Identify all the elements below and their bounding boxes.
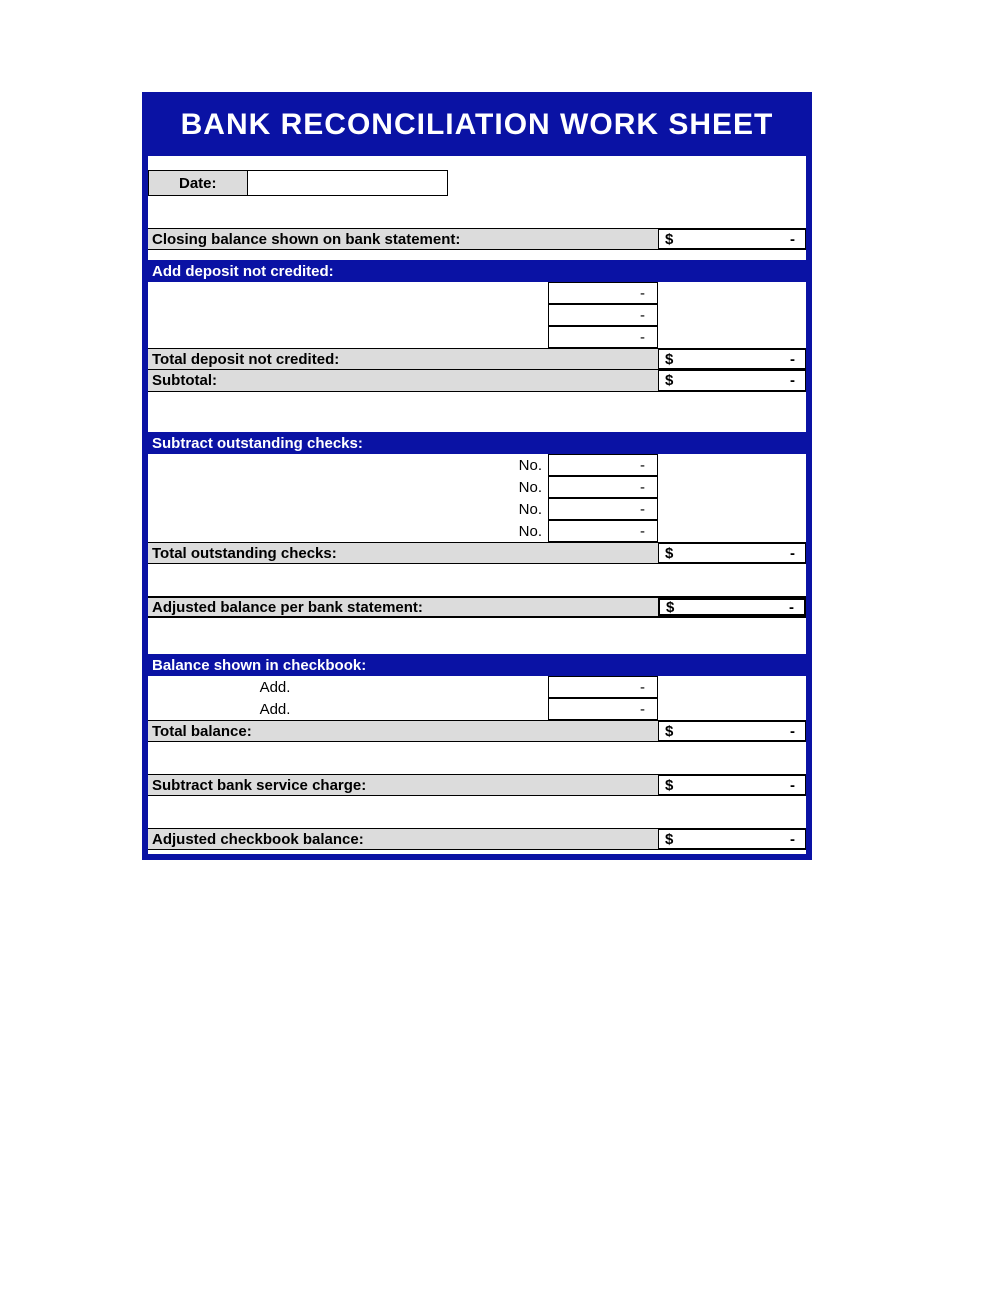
- adjusted-bank-amount[interactable]: $ -: [658, 598, 806, 616]
- date-input[interactable]: [248, 170, 448, 196]
- deposits-header: Add deposit not credited:: [148, 260, 806, 282]
- closing-balance-label: Closing balance shown on bank statement:: [148, 229, 548, 249]
- checkbook-prefix: Add.: [152, 679, 548, 696]
- check-amount-2[interactable]: -: [548, 476, 658, 498]
- subtotal-amount[interactable]: $ -: [658, 370, 806, 391]
- check-amount-4[interactable]: -: [548, 520, 658, 542]
- checkbook-line: Add. -: [148, 698, 806, 720]
- check-line: No. -: [148, 498, 806, 520]
- deposit-amount-1[interactable]: -: [548, 282, 658, 304]
- checkbook-amount-1[interactable]: -: [548, 676, 658, 698]
- checkbook-amount-2[interactable]: -: [548, 698, 658, 720]
- deposit-amount-3[interactable]: -: [548, 326, 658, 348]
- checkbook-total-row: Total balance: $ -: [148, 720, 806, 742]
- checkbook-total-amount[interactable]: $ -: [658, 721, 806, 741]
- check-line: No. -: [148, 520, 806, 542]
- adjusted-bank-row: Adjusted balance per bank statement: $ -: [148, 596, 806, 618]
- deposit-line: -: [148, 326, 806, 348]
- check-line: No. -: [148, 454, 806, 476]
- deposits-total-row: Total deposit not credited: $ -: [148, 348, 806, 370]
- deposit-line: -: [148, 304, 806, 326]
- subtotal-row: Subtotal: $ -: [148, 370, 806, 392]
- date-label: Date:: [148, 170, 248, 196]
- worksheet-title: BANK RECONCILIATION WORK SHEET: [148, 98, 806, 156]
- deposit-line: -: [148, 282, 806, 304]
- deposit-amount-2[interactable]: -: [548, 304, 658, 326]
- check-line: No. -: [148, 476, 806, 498]
- date-row: Date:: [148, 170, 806, 196]
- deposits-total-amount[interactable]: $ -: [658, 349, 806, 369]
- closing-balance-amount[interactable]: $ -: [658, 229, 806, 249]
- check-amount-3[interactable]: -: [548, 498, 658, 520]
- service-charge-row: Subtract bank service charge: $ -: [148, 774, 806, 796]
- checks-total-amount[interactable]: $ -: [658, 543, 806, 563]
- service-charge-amount[interactable]: $ -: [658, 775, 806, 795]
- check-prefix: No.: [152, 457, 548, 474]
- check-amount-1[interactable]: -: [548, 454, 658, 476]
- adjusted-checkbook-row: Adjusted checkbook balance: $ -: [148, 828, 806, 850]
- checks-total-row: Total outstanding checks: $ -: [148, 542, 806, 564]
- checks-header: Subtract outstanding checks:: [148, 432, 806, 454]
- checkbook-line: Add. -: [148, 676, 806, 698]
- closing-balance-row: Closing balance shown on bank statement:…: [148, 228, 806, 250]
- checkbook-header: Balance shown in checkbook:: [148, 654, 806, 676]
- worksheet-frame: BANK RECONCILIATION WORK SHEET Date: Clo…: [142, 92, 812, 860]
- adjusted-checkbook-amount[interactable]: $ -: [658, 829, 806, 849]
